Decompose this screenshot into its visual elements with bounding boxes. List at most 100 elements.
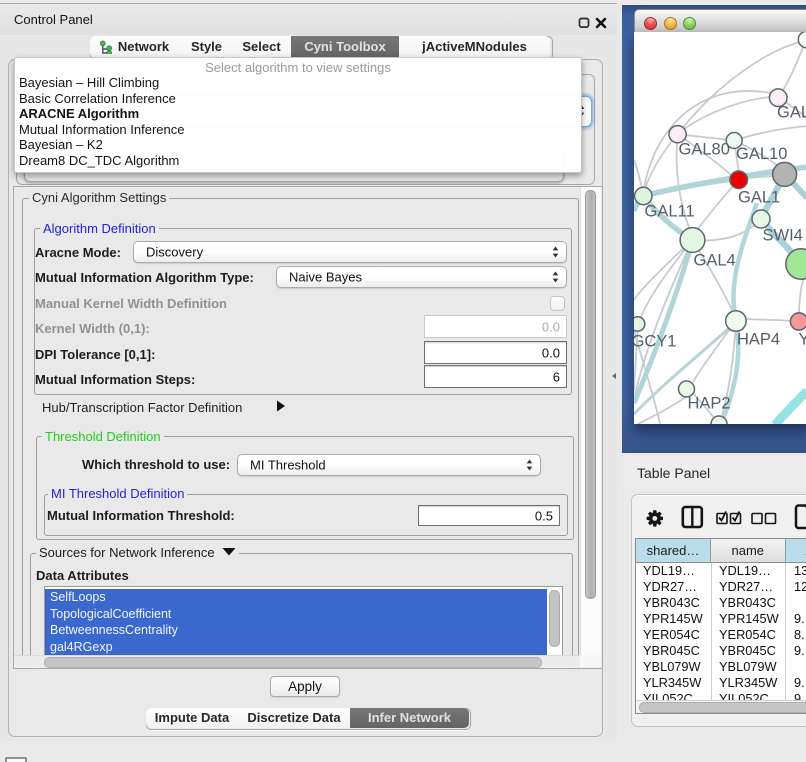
mi-threshold-label: Mutual Information Threshold: xyxy=(47,508,235,523)
dropdown-item[interactable]: Bayesian – K2 xyxy=(19,137,577,153)
table-row[interactable]: YBL079WYBL079W xyxy=(636,659,806,675)
table-row[interactable]: YDR27…YDR27…12 xyxy=(636,579,806,595)
table-cell: YPR145W xyxy=(643,611,709,627)
tab-infer-network[interactable]: Infer Network xyxy=(350,708,469,728)
network-edge[interactable] xyxy=(678,97,770,134)
table-cell: YBR043C xyxy=(643,595,709,611)
table-row[interactable]: YPR145W YPR145W 9. xyxy=(636,611,806,627)
network-edge[interactable] xyxy=(693,321,736,382)
column-header-shared-name[interactable]: shared… xyxy=(636,539,711,563)
network-edge[interactable] xyxy=(746,319,791,321)
data-attributes-list[interactable]: SelfLoopsTopologicalCoefficientBetweenne… xyxy=(44,586,563,658)
table-cell: YLR345W xyxy=(643,675,709,691)
gear-icon[interactable] xyxy=(644,507,666,529)
network-edge-highlighted[interactable] xyxy=(775,391,806,424)
float-window-icon[interactable] xyxy=(578,17,590,29)
table-cell: YBR045C xyxy=(643,643,709,659)
mi-steps-value: 6 xyxy=(553,369,560,384)
kernel-width-field[interactable]: 0.0 xyxy=(424,315,567,338)
table-row[interactable]: YLR345WYLR345W9. xyxy=(636,675,806,691)
manual-kernel-checkbox[interactable] xyxy=(550,296,565,311)
apply-button[interactable]: Apply xyxy=(270,676,340,697)
network-edge[interactable] xyxy=(734,126,806,141)
collapse-down-icon[interactable] xyxy=(222,547,236,556)
table-cell: YER054C xyxy=(719,627,783,643)
network-node[interactable] xyxy=(752,210,770,228)
tab-network[interactable]: Network xyxy=(90,36,182,58)
network-node[interactable] xyxy=(680,228,705,253)
column-header-name[interactable]: name xyxy=(711,539,786,563)
table-row[interactable]: YER054CYER054C8. xyxy=(636,627,806,643)
settings-vscrollbar-thumb[interactable] xyxy=(585,190,596,599)
combo-arrows-icon xyxy=(552,246,559,258)
table-row[interactable]: YBR043C YBR043C xyxy=(636,595,806,611)
tab-impute-data[interactable]: Impute Data xyxy=(146,708,239,728)
traffic-light-zoom[interactable] xyxy=(683,17,696,30)
attribute-list-item[interactable]: TopologicalCoefficient xyxy=(45,606,547,623)
attribute-list-item[interactable]: SelfLoops xyxy=(45,589,547,606)
aracne-mode-combobox[interactable]: Discovery xyxy=(133,241,567,263)
network-window-titlebar[interactable] xyxy=(634,9,806,33)
network-edge[interactable] xyxy=(695,180,739,232)
dropdown-item[interactable]: Bayesian – Hill Climbing xyxy=(19,75,577,91)
attribute-list-item[interactable]: gal4RGexp xyxy=(45,639,547,656)
threshold-definition-title: Threshold Definition xyxy=(42,430,164,443)
select-all-icon[interactable] xyxy=(716,510,742,526)
table-cell: YPR145W xyxy=(719,611,783,627)
mi-steps-field[interactable]: 6 xyxy=(424,365,567,388)
network-edge[interactable] xyxy=(641,240,693,317)
splitpane-collapse-icon[interactable] xyxy=(611,372,617,380)
mi-threshold-field[interactable]: 0.5 xyxy=(418,505,560,526)
document-icon[interactable] xyxy=(794,503,806,531)
tab-select[interactable]: Select xyxy=(232,36,292,58)
tab-cyni-toolbox[interactable]: Cyni Toolbox xyxy=(291,36,400,58)
table-row[interactable]: YBR045CYBR045C9. xyxy=(636,643,806,659)
network-node[interactable] xyxy=(798,32,806,48)
list-vscrollbar[interactable] xyxy=(549,590,560,647)
network-node[interactable] xyxy=(773,162,797,186)
tab-style[interactable]: Style xyxy=(181,36,233,58)
dropdown-item[interactable]: Mutual Information Inference xyxy=(19,122,577,138)
mi-type-combobox[interactable]: Naive Bayes xyxy=(276,266,567,288)
network-node-label: GCY1 xyxy=(634,333,676,351)
dropdown-prompt: Select algorithm to view settings xyxy=(15,60,581,75)
dpi-tolerance-field[interactable]: 0.0 xyxy=(424,341,567,364)
tab-discretize-data[interactable]: Discretize Data xyxy=(238,708,351,728)
dropdown-item[interactable]: Dream8 DC_TDC Algorithm xyxy=(19,153,577,169)
traffic-light-close[interactable] xyxy=(644,17,657,30)
table-cell xyxy=(794,595,806,611)
expand-right-icon[interactable] xyxy=(276,400,286,412)
table-cell: YLR345W xyxy=(719,675,783,691)
table-panel-titlebar[interactable]: Table Panel xyxy=(622,457,806,488)
sources-group-title[interactable]: Sources for Network Inference xyxy=(36,546,239,559)
tab-jactivemnodules[interactable]: jActiveMNodules xyxy=(399,36,550,58)
table-cell: 9. xyxy=(794,611,806,627)
network-canvas[interactable]: GALGAL80GAL10GAL1GAL11SWI4GAL4GCY1HAP4YH… xyxy=(634,32,806,424)
network-node-label: GAL xyxy=(777,104,806,122)
split-columns-icon[interactable] xyxy=(681,505,704,529)
control-panel-titlebar[interactable]: Control Panel xyxy=(0,4,617,35)
combo-arrows-icon xyxy=(526,459,533,471)
hub-definition-label[interactable]: Hub/Transcription Factor Definition xyxy=(42,400,242,415)
which-threshold-combobox[interactable]: MI Threshold xyxy=(237,454,541,476)
deselect-all-icon[interactable] xyxy=(751,510,777,526)
close-icon[interactable] xyxy=(595,17,607,29)
network-edge[interactable] xyxy=(634,160,643,190)
settings-hscrollbar-thumb[interactable] xyxy=(44,657,542,668)
column-header-third[interactable]: A xyxy=(786,539,806,563)
traffic-light-minimize[interactable] xyxy=(664,17,677,30)
column-header-label: shared… xyxy=(647,543,700,558)
attribute-list-item[interactable]: BetweennessCentrality xyxy=(45,622,547,639)
network-node[interactable] xyxy=(730,171,748,189)
dropdown-item[interactable]: ARACNE Algorithm xyxy=(19,106,577,122)
network-node[interactable] xyxy=(726,311,747,332)
table-hscrollbar-thumb[interactable] xyxy=(639,702,806,713)
network-node[interactable] xyxy=(790,313,806,330)
tab-select-label: Select xyxy=(242,39,280,54)
network-node[interactable] xyxy=(634,317,645,331)
corner-mini-button[interactable] xyxy=(5,757,27,762)
dropdown-item[interactable]: Basic Correlation Inference xyxy=(19,91,577,107)
table-row[interactable]: YDL19…YDL19…13 xyxy=(636,563,806,579)
mi-type-label: Mutual Information Algorithm Type: xyxy=(35,270,254,285)
table-cell: YBR043C xyxy=(719,595,783,611)
